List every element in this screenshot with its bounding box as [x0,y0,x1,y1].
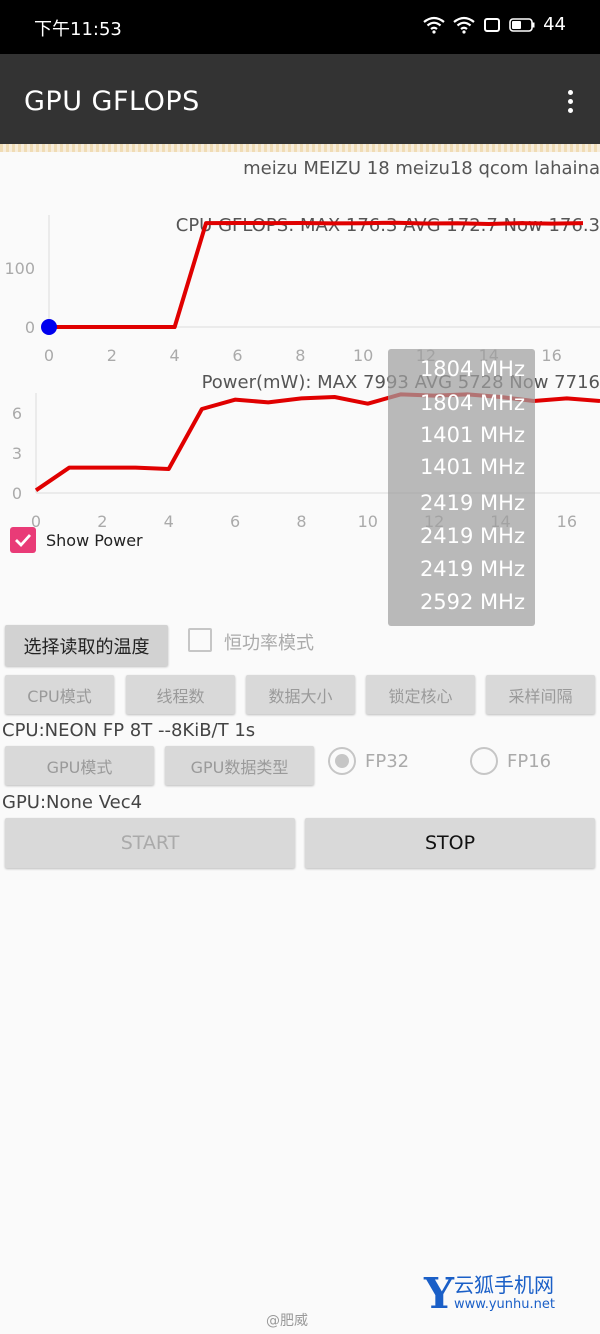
show-power-label: Show Power [46,530,143,550]
status-bar: 下午11:53 44 [0,0,600,54]
app-bar: GPU GFLOPS [0,54,600,144]
wifi-icon [423,16,445,34]
x-tick-label: 10 [358,512,378,531]
data-size-button[interactable]: 数据大小 [246,675,355,714]
cpu-info: CPU:NEON FP 8T --8KiB/T 1s [2,720,256,741]
constant-power-checkbox[interactable] [188,628,212,652]
brand-letter: Y [424,1269,454,1318]
freq-item: 2592 MHz [419,590,525,614]
gpu-info: GPU:None Vec4 [2,792,143,813]
x-tick-label: 10 [353,346,373,365]
screen-icon [484,17,501,32]
gpu-data-type-button[interactable]: GPU数据类型 [165,746,314,785]
wifi-icon-2 [453,16,475,34]
cpu-frequency-overlay: 1804 MHz 1804 MHz 1401 MHz 1401 MHz 2419… [388,349,535,626]
cpu-gflops-chart: 02468101214161000 [4,215,600,365]
battery-level: 44 [543,14,566,35]
freq-item: 2419 MHz [419,557,525,581]
freq-item: 1804 MHz [419,357,525,381]
status-time: 下午11:53 [34,19,122,40]
fp32-label: FP32 [365,751,410,772]
x-tick-label: 6 [230,512,240,531]
fp16-radio[interactable] [470,747,498,775]
x-tick-label: 8 [295,346,305,365]
x-tick-label: 2 [107,346,117,365]
x-tick-label: 8 [296,512,306,531]
series-line [49,220,584,329]
checkmark-icon [10,527,36,553]
start-button[interactable]: START [5,818,295,868]
more-options-icon[interactable] [564,90,576,118]
status-icons: 44 [423,14,566,35]
show-power-checkbox[interactable]: Show Power [10,527,143,553]
battery-icon [509,17,535,32]
freq-item: 1804 MHz [419,391,525,415]
x-tick-label: 16 [557,512,577,531]
freq-item: 2419 MHz [419,524,525,548]
freq-item: 1401 MHz [419,423,525,447]
thread-count-button[interactable]: 线程数 [126,675,235,714]
fp32-radio[interactable] [328,747,356,775]
app-bar-shadow [0,144,600,152]
x-tick-label: 4 [164,512,174,531]
y-tick-label: 0 [25,318,35,337]
y-tick-label: 0 [12,484,22,503]
y-tick-label: 3 [12,444,22,463]
sample-interval-button[interactable]: 采样间隔 [486,675,595,714]
device-info: meizu MEIZU 18 meizu18 qcom lahaina [243,158,600,179]
cpu-mode-button[interactable]: CPU模式 [5,675,114,714]
x-tick-label: 0 [44,346,54,365]
constant-power-label: 恒功率模式 [224,633,314,654]
y-tick-label: 100 [4,259,35,278]
x-tick-label: 6 [232,346,242,365]
x-tick-label: 16 [541,346,561,365]
weibo-watermark: @肥威 [266,1313,308,1329]
brand-name: 云狐手机网 [453,1273,554,1297]
start-point-marker [41,319,57,335]
gpu-mode-button[interactable]: GPU模式 [5,746,154,785]
freq-item: 2419 MHz [419,491,525,515]
fp16-label: FP16 [507,751,552,772]
freq-item: 1401 MHz [419,455,525,479]
x-tick-label: 4 [170,346,180,365]
select-temperature-button[interactable]: 选择读取的温度 [5,625,168,666]
brand-url: www.yunhu.net [453,1297,555,1312]
y-tick-label: 6 [12,404,22,423]
stop-button[interactable]: STOP [305,818,595,868]
lock-core-button[interactable]: 锁定核心 [366,675,475,714]
brand-logo: Y 云狐手机网 www.yunhu.net [424,1273,555,1315]
app-title: GPU GFLOPS [24,86,200,117]
